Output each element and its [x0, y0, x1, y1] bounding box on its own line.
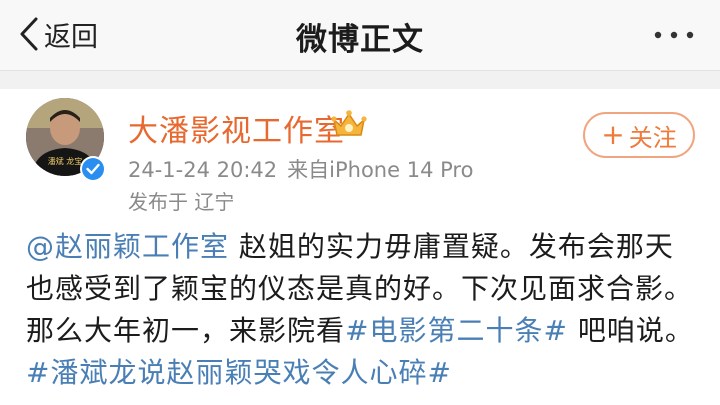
verified-badge-icon [82, 158, 104, 180]
top-nav-bar: 返回 微博正文 [0, 0, 720, 71]
hashtag-link[interactable]: #潘斌龙说赵丽颖哭戏令人心碎# [26, 356, 452, 389]
page-title: 微博正文 [296, 22, 424, 58]
avatar-shirt-text: 潘斌 龙宝 [48, 156, 83, 166]
hashtag-link[interactable]: #电影第二十条# [345, 314, 568, 347]
section-divider [0, 71, 720, 89]
more-dots-icon [654, 31, 694, 39]
post-location: 发布于 辽宁 [128, 190, 235, 214]
verified-badge [80, 156, 106, 182]
mention-link[interactable]: @赵丽颖工作室 [26, 230, 229, 263]
follow-button[interactable]: + 关注 [583, 112, 695, 158]
post-body: @赵丽颖工作室 赵姐的实力毋庸置疑。发布会那天也感受到了颖宝的仪态是真的好。下次… [26, 226, 701, 394]
vip-badge [330, 108, 368, 140]
vip-crown-icon [331, 110, 367, 136]
author-name[interactable]: 大潘影视工作室 [128, 106, 345, 150]
post-timestamp: 24-1-24 20:42 [128, 158, 278, 182]
post-source: 来自iPhone 14 Pro [287, 158, 474, 182]
follow-label: 关注 [628, 123, 677, 152]
post-meta: 24-1-24 20:42 来自iPhone 14 Pro [128, 154, 473, 184]
more-button[interactable] [650, 24, 698, 46]
post-text: 吧咱说。 [567, 314, 694, 347]
plus-icon: + [601, 118, 625, 151]
